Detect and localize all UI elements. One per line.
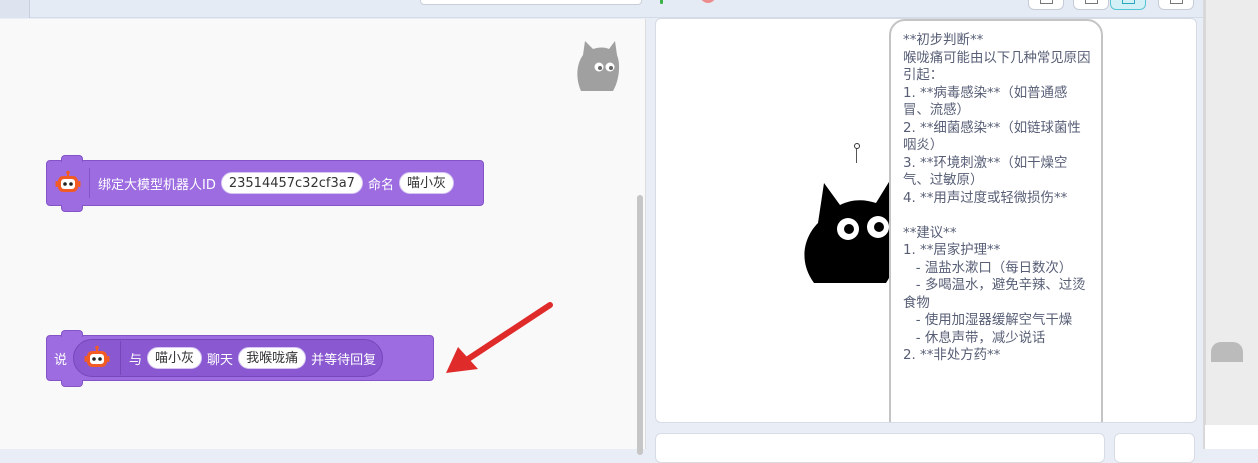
antenna-icon xyxy=(854,143,860,149)
with-label: 与 xyxy=(129,352,143,368)
workspace-scrollbar-thumb[interactable] xyxy=(637,195,643,455)
background-window-edge xyxy=(1203,0,1258,449)
editor-tab[interactable] xyxy=(0,0,30,18)
sprite-name-input[interactable] xyxy=(420,0,642,5)
top-toolbar xyxy=(0,0,1205,18)
bubble-tail xyxy=(856,147,860,163)
stage-selector-panel[interactable] xyxy=(1114,433,1195,463)
code-workspace[interactable]: 绑定大模型机器人ID 23514457c32cf3a7 命名 喵小灰 说 与 喵… xyxy=(0,19,646,455)
stop-icon[interactable] xyxy=(700,0,716,3)
robot-name-input[interactable]: 喵小灰 xyxy=(147,347,203,369)
background-card xyxy=(1205,425,1258,449)
block-tab xyxy=(61,380,83,387)
fullscreen-button[interactable] xyxy=(1158,0,1194,10)
say-label: 说 xyxy=(54,352,68,368)
robot-icon xyxy=(84,345,110,367)
robot-name-input[interactable]: 喵小灰 xyxy=(398,172,454,194)
large-stage-button[interactable] xyxy=(1110,0,1146,10)
sprite-info-panel[interactable] xyxy=(655,433,1105,463)
red-arrow-annotation-icon xyxy=(446,302,553,373)
robot-icon xyxy=(55,170,81,192)
window-border xyxy=(1203,0,1206,449)
block-divider xyxy=(89,168,90,198)
chat-reporter-block[interactable]: 与 喵小灰 聊天 我喉咙痛 并等待回复 xyxy=(73,339,384,377)
block-notch xyxy=(61,155,83,162)
bind-robot-block[interactable]: 绑定大模型机器人ID 23514457c32cf3a7 命名 喵小灰 xyxy=(46,155,484,212)
name-label: 命名 xyxy=(367,177,394,193)
green-flag-icon[interactable] xyxy=(660,0,663,4)
bind-label: 绑定大模型机器人ID xyxy=(98,177,216,193)
cat-sprite-thumbnail-icon xyxy=(577,41,620,91)
message-input[interactable]: 我喉咙痛 xyxy=(238,347,307,369)
robot-id-input[interactable]: 23514457c32cf3a7 xyxy=(220,172,363,194)
say-chat-block[interactable]: 说 与 喵小灰 聊天 我喉咙痛 并等待回复 xyxy=(46,330,434,387)
background-thumbnail xyxy=(1211,342,1243,362)
stage-panel[interactable]: **初步判断** 喉咙痛可能由以下几种常见原因引起： 1. **病毒感染**（如… xyxy=(655,18,1197,423)
wait-reply-label: 并等待回复 xyxy=(311,352,377,368)
block-notch xyxy=(61,330,83,337)
normal-stage-button[interactable] xyxy=(1073,0,1109,10)
small-stage-button[interactable] xyxy=(1028,0,1064,10)
block-divider xyxy=(120,341,122,375)
chat-label: 聊天 xyxy=(207,352,234,368)
cat-sprite-icon[interactable] xyxy=(804,171,900,287)
block-tab xyxy=(61,205,83,212)
speech-bubble: **初步判断** 喉咙痛可能由以下几种常见原因引起： 1. **病毒感染**（如… xyxy=(889,19,1103,422)
